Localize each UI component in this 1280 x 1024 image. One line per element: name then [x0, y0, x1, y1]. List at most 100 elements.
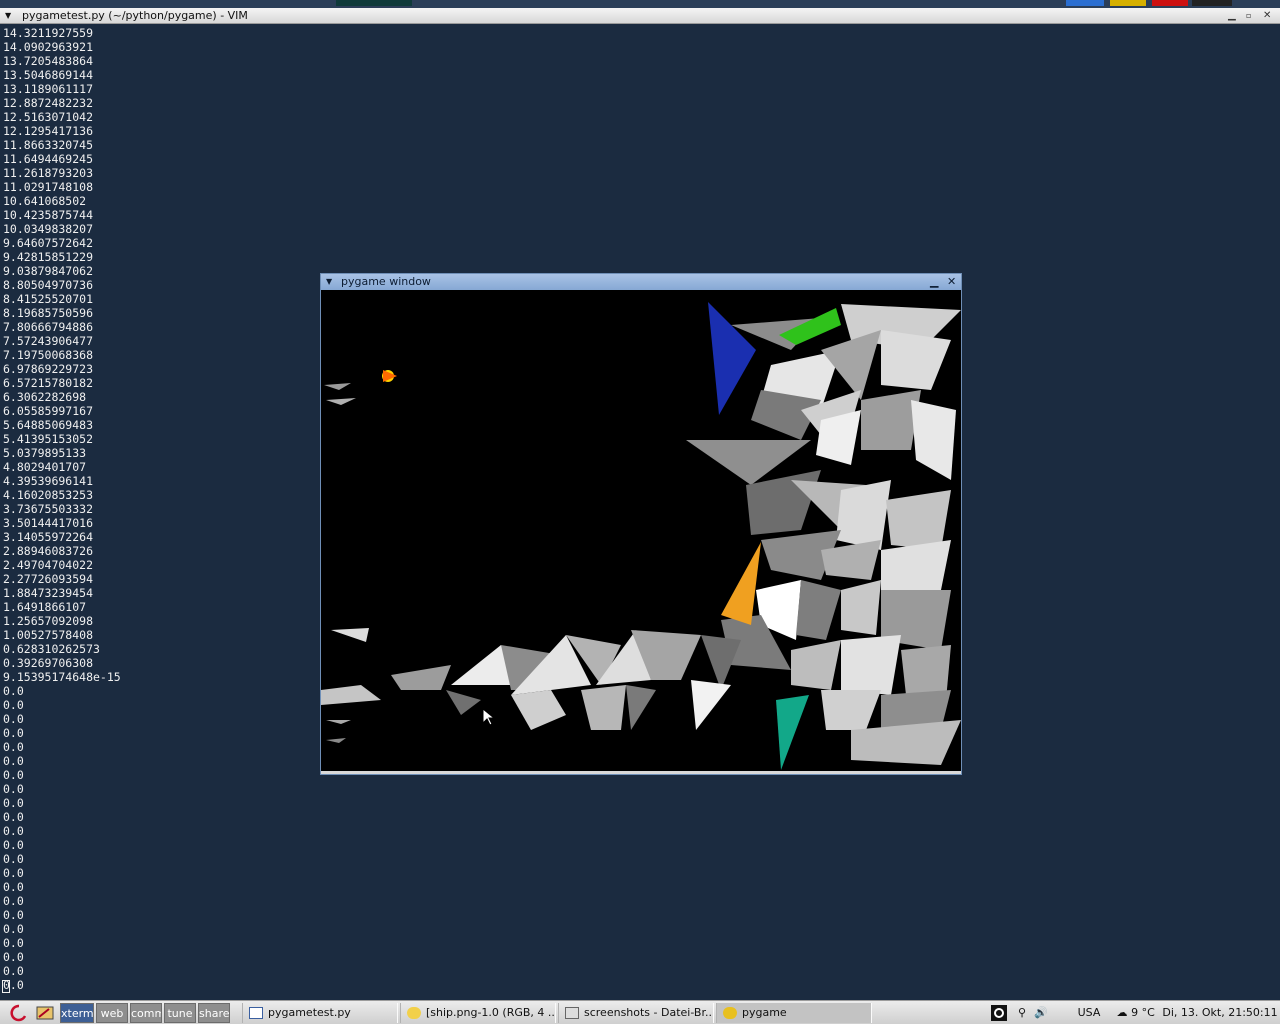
pygame-window-title: pygame window [341, 275, 431, 288]
terminal-line: 0.0 [3, 726, 24, 740]
maximize-icon[interactable]: ▫ [1246, 8, 1251, 23]
terminal-line: 9.15395174648e-15 [3, 670, 121, 684]
close-icon[interactable]: ✕ [1263, 8, 1271, 23]
terminal-line: 0.0 [3, 838, 24, 852]
minimize-icon[interactable]: ▁ [930, 274, 938, 289]
terminal-line: 4.8029401707 [3, 460, 87, 474]
terminal-line: 12.1295417136 [3, 124, 94, 138]
taskbar: xterm web comm tune share pygametest.py … [0, 1000, 1280, 1024]
terminal-line: 0.0 [3, 978, 24, 992]
terminal-line: 12.5163071042 [3, 110, 94, 124]
terminal-line: 5.0379895133 [3, 446, 87, 460]
terminal-line: 0.0 [3, 880, 24, 894]
workspace-tune[interactable]: tune [164, 1003, 196, 1023]
terminal-line: 0.0 [3, 740, 24, 754]
terminal-line: 0.0 [3, 936, 24, 950]
workspace-xterm[interactable]: xterm [60, 1003, 94, 1023]
volume-icon[interactable]: 🔊 [1030, 1003, 1052, 1023]
terminal-output: 14.3211927559 14.0902963921 13.7205483864 1… [3, 26, 121, 992]
workspace-comm[interactable]: comm [130, 1003, 162, 1023]
terminal-line: 0.0 [3, 684, 24, 698]
debian-swirl-icon[interactable] [8, 1003, 32, 1023]
clock[interactable]: Di, 13. Okt, 21:50:11 [1162, 1003, 1278, 1023]
cloud-rain-icon: ☁ [1116, 1006, 1128, 1019]
workspace-web[interactable]: web [96, 1003, 128, 1023]
network-icon[interactable]: ⚲ [1014, 1003, 1030, 1023]
workspace-share[interactable]: share [198, 1003, 230, 1023]
terminal-line: 10.641068502 [3, 194, 87, 208]
terminal-line: 1.88473239454 [3, 586, 94, 600]
terminal-line: 9.42815851229 [3, 250, 94, 264]
task-label: screenshots - Datei-Br... [584, 1006, 714, 1019]
task-file-manager[interactable]: screenshots - Datei-Br... [558, 1003, 714, 1023]
vim-window-titlebar[interactable]: ▼ pygametest.py (~/python/pygame) - VIM … [0, 8, 1280, 24]
terminal-line: 0.0 [3, 698, 24, 712]
close-icon[interactable]: ✕ [947, 274, 956, 289]
task-pygametest[interactable]: pygametest.py [242, 1003, 398, 1023]
terminal-line: 8.19685750596 [3, 306, 94, 320]
terminal-line: 4.39539696141 [3, 474, 94, 488]
triangle-down-icon[interactable]: ▼ [5, 8, 11, 23]
terminal-line: 11.2618793203 [3, 166, 94, 180]
terminal-line: 0.0 [3, 950, 24, 964]
terminal-line: 1.25657092098 [3, 614, 94, 628]
terminal-line: 0.0 [3, 810, 24, 824]
python-snake-icon [723, 1007, 737, 1019]
task-label: pygametest.py [268, 1006, 351, 1019]
terminal-line: 0.39269706308 [3, 656, 94, 670]
terminal-line: 10.4235875744 [3, 208, 94, 222]
minimize-icon[interactable]: ▁ [1228, 8, 1236, 23]
terminal-line: 2.49704704022 [3, 558, 94, 572]
terminal-line: 0.0 [3, 866, 24, 880]
vim-window-title: pygametest.py (~/python/pygame) - VIM [22, 9, 248, 22]
terminal-line: 6.05585997167 [3, 404, 94, 418]
terminal-line: 10.0349838207 [3, 222, 94, 236]
terminal-line: 0.0 [3, 782, 24, 796]
terminal-line: 13.5046869144 [3, 68, 94, 82]
keyboard-layout[interactable]: USA [1074, 1003, 1104, 1023]
pygame-window-bottom-border [321, 771, 961, 774]
terminal-line: 5.64885069483 [3, 418, 94, 432]
task-gimp-ship[interactable]: [ship.png-1.0 (RGB, 4 ... [400, 1003, 556, 1023]
terminal-line: 6.3062282698 [3, 390, 87, 404]
terminal-line: 2.27726093594 [3, 572, 94, 586]
terminal-line: 0.0 [3, 796, 24, 810]
pygame-window[interactable]: ▼ pygame window ▁ ✕ [320, 273, 962, 775]
pygame-window-titlebar[interactable]: ▼ pygame window ▁ ✕ [321, 274, 961, 290]
terminal-line: 0.0 [3, 768, 24, 782]
terminal-line: 5.41395153052 [3, 432, 94, 446]
terminal-line: 3.73675503332 [3, 502, 94, 516]
tray-app-icon[interactable] [988, 1003, 1010, 1023]
gimp-icon [407, 1007, 421, 1019]
terminal-line: 0.0 [3, 964, 24, 978]
terminal-line: 4.16020853253 [3, 488, 94, 502]
terminal-line: 2.88946083726 [3, 544, 94, 558]
terminal-line: 7.80666794886 [3, 320, 94, 334]
terminal-line: 8.80504970736 [3, 278, 94, 292]
terminal-line: 13.1189061117 [3, 82, 94, 96]
game-canvas[interactable] [321, 290, 961, 771]
terminal-line: 1.6491866107 [3, 600, 87, 614]
terminal-line: 3.50144417016 [3, 516, 94, 530]
terminal-line: 8.41525520701 [3, 292, 94, 306]
terminal-line: 0.0 [3, 852, 24, 866]
terminal-line: 0.628310262573 [3, 642, 100, 656]
terminal-line: 14.3211927559 [3, 26, 94, 40]
task-label: pygame [742, 1006, 787, 1019]
terminal-line: 1.00527578408 [3, 628, 94, 642]
terminal-line: 11.6494469245 [3, 152, 94, 166]
terminal-line: 0.0 [3, 712, 24, 726]
triangle-down-icon[interactable]: ▼ [326, 274, 332, 289]
terminal-line: 3.14055972264 [3, 530, 94, 544]
terminal-line: 6.97869229723 [3, 362, 94, 376]
top-panel-strip [0, 0, 1280, 8]
temperature[interactable]: 9 °C [1130, 1003, 1156, 1023]
terminal-line: 11.8663320745 [3, 138, 94, 152]
task-pygame[interactable]: pygame [716, 1003, 872, 1023]
terminal-line: 12.8872482232 [3, 96, 94, 110]
show-desktop-icon[interactable] [34, 1003, 58, 1023]
terminal-line: 9.03879847062 [3, 264, 94, 278]
terminal-line: 0.0 [3, 922, 24, 936]
editor-window-icon [249, 1007, 263, 1019]
terminal-line: 0.0 [3, 754, 24, 768]
